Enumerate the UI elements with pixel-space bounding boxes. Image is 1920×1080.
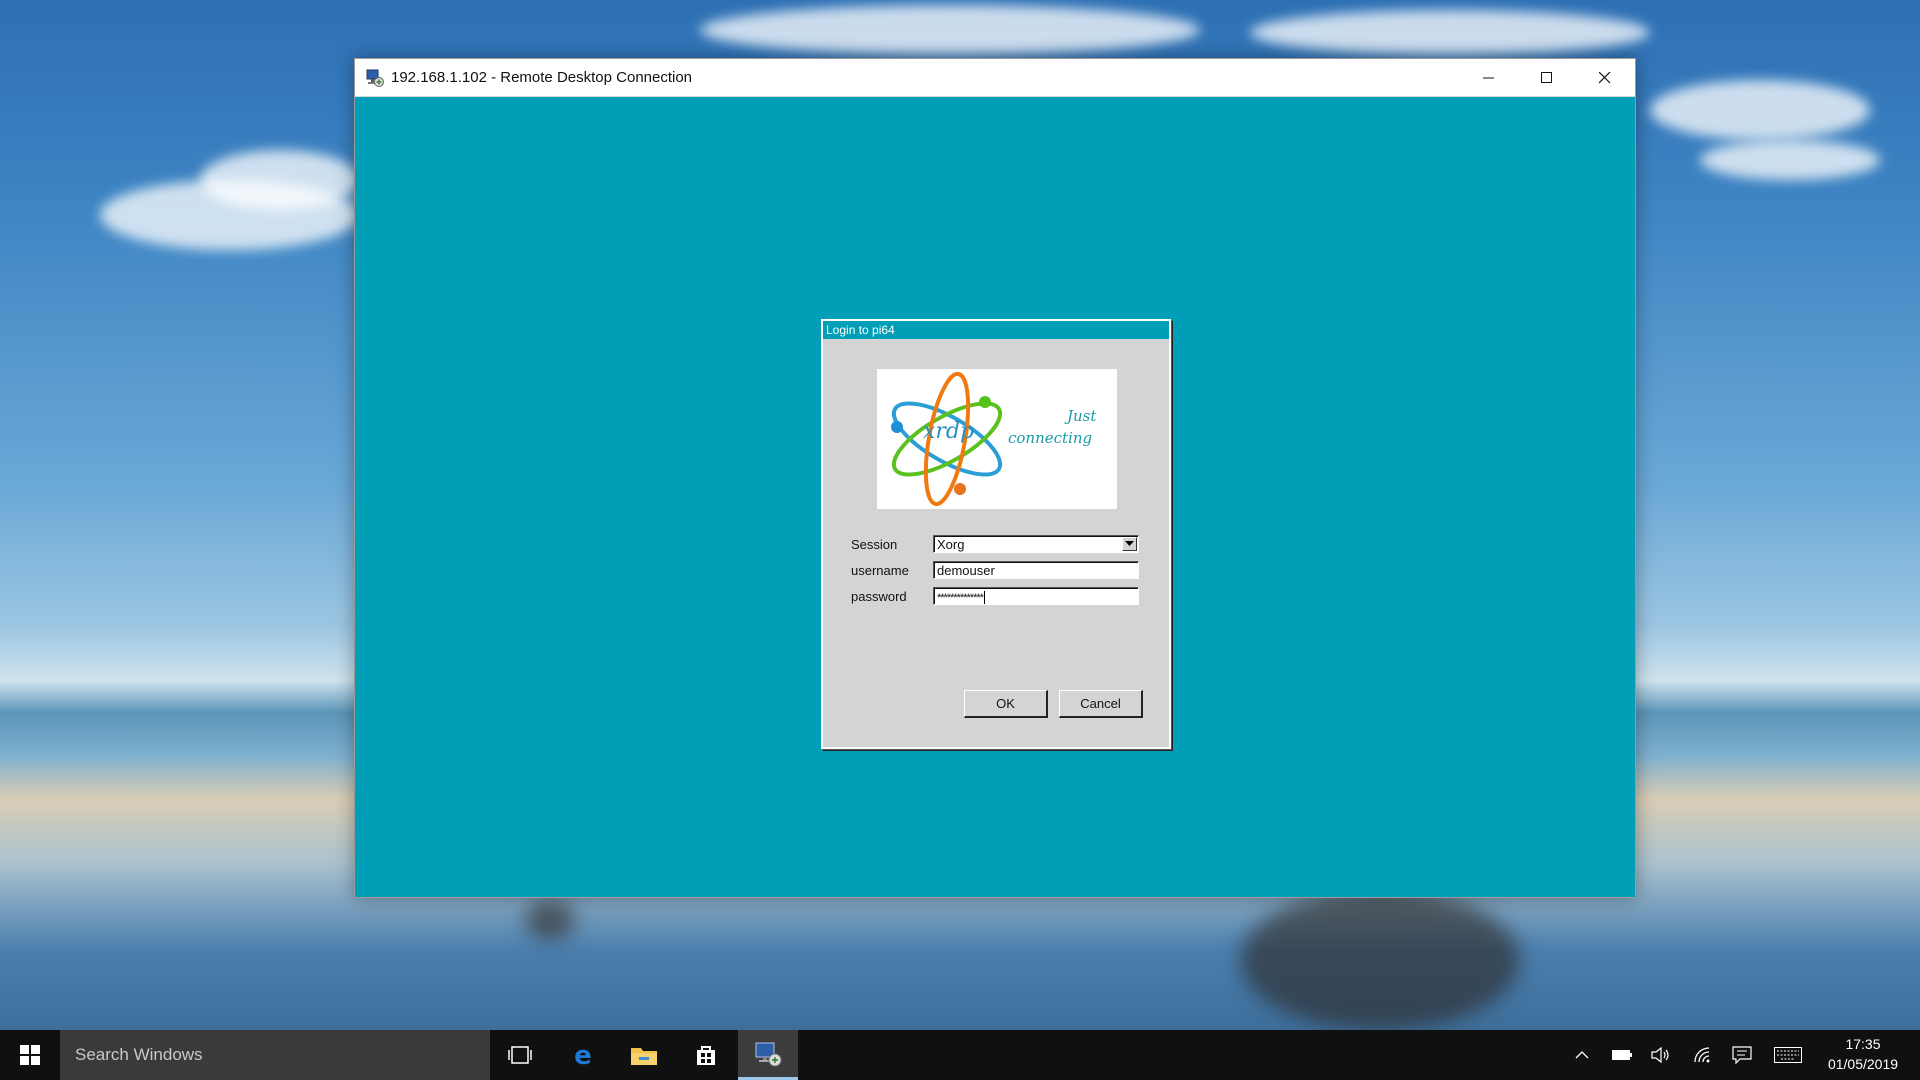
maximize-icon [1541, 71, 1552, 83]
file-explorer-icon [631, 1048, 657, 1065]
network-button[interactable] [1685, 1030, 1721, 1080]
keyboard-icon [1774, 1047, 1802, 1063]
action-center-button[interactable] [1724, 1030, 1760, 1080]
volume-button[interactable] [1643, 1030, 1679, 1080]
session-select[interactable]: Xorg [933, 535, 1139, 553]
password-input[interactable]: ************** [933, 587, 1139, 605]
minimize-icon [1483, 77, 1494, 78]
start-button[interactable] [0, 1030, 60, 1080]
taskbar-clock[interactable]: 17:35 01/05/2019 [1808, 1034, 1918, 1074]
session-value: Xorg [937, 537, 965, 552]
ok-button[interactable]: OK [964, 690, 1048, 718]
chevron-up-icon [1575, 1051, 1589, 1059]
store-icon [697, 1046, 715, 1065]
logo-tagline-connecting: connecting [1008, 429, 1093, 447]
remote-desktop-icon [365, 68, 385, 88]
chevron-down-icon [1125, 541, 1134, 546]
notification-icon [1732, 1046, 1752, 1064]
task-view-icon [508, 1046, 532, 1064]
cancel-button[interactable]: Cancel [1059, 690, 1143, 718]
session-label: Session [851, 537, 898, 552]
logo-brand-text: xrdp [923, 419, 975, 444]
windows-logo-icon [20, 1045, 40, 1065]
session-dropdown-button[interactable] [1122, 537, 1137, 551]
maximize-button[interactable] [1518, 59, 1576, 96]
show-hidden-icons-button[interactable] [1564, 1030, 1600, 1080]
edge-icon: e [574, 1042, 592, 1068]
password-label: password [851, 589, 907, 604]
store-button[interactable] [676, 1030, 736, 1080]
xrdp-login-dialog: Login to pi64 xrdp Just connecting Sessi… [821, 319, 1171, 749]
window-titlebar[interactable]: 192.168.1.102 - Remote Desktop Connectio… [355, 59, 1635, 97]
password-value: ************** [937, 592, 984, 604]
remote-desktop-icon [755, 1042, 782, 1066]
close-button[interactable] [1576, 59, 1634, 96]
username-value: demouser [937, 563, 995, 578]
remote-desktop-taskbar-button[interactable] [738, 1030, 798, 1080]
minimize-button[interactable] [1460, 59, 1518, 96]
text-caret [983, 591, 985, 605]
username-label: username [851, 563, 909, 578]
clock-time: 17:35 [1845, 1036, 1881, 1052]
svg-text:e: e [574, 1042, 592, 1068]
remote-session-area[interactable]: Login to pi64 xrdp Just connecting Sessi… [355, 97, 1635, 897]
battery-button[interactable] [1604, 1030, 1640, 1080]
task-view-button[interactable] [490, 1030, 550, 1080]
username-input[interactable]: demouser [933, 561, 1139, 579]
clock-date: 01/05/2019 [1827, 1056, 1899, 1072]
touch-keyboard-button[interactable] [1770, 1030, 1806, 1080]
window-title: 192.168.1.102 - Remote Desktop Connectio… [391, 69, 693, 86]
taskbar: Search Windows e 17:35 01/05/2019 [0, 1030, 1920, 1080]
remote-desktop-window: 192.168.1.102 - Remote Desktop Connectio… [354, 58, 1636, 898]
logo-tagline-just: Just [1067, 407, 1097, 425]
close-icon [1599, 71, 1611, 83]
wifi-icon [1694, 1047, 1710, 1063]
battery-icon [1612, 1050, 1632, 1060]
file-explorer-button[interactable] [614, 1030, 674, 1080]
edge-button[interactable]: e [553, 1030, 613, 1080]
xrdp-logo: xrdp Just connecting [877, 369, 1117, 509]
taskbar-search-box[interactable]: Search Windows [60, 1030, 490, 1080]
login-dialog-title: Login to pi64 [823, 321, 1169, 339]
volume-icon [1651, 1047, 1669, 1063]
